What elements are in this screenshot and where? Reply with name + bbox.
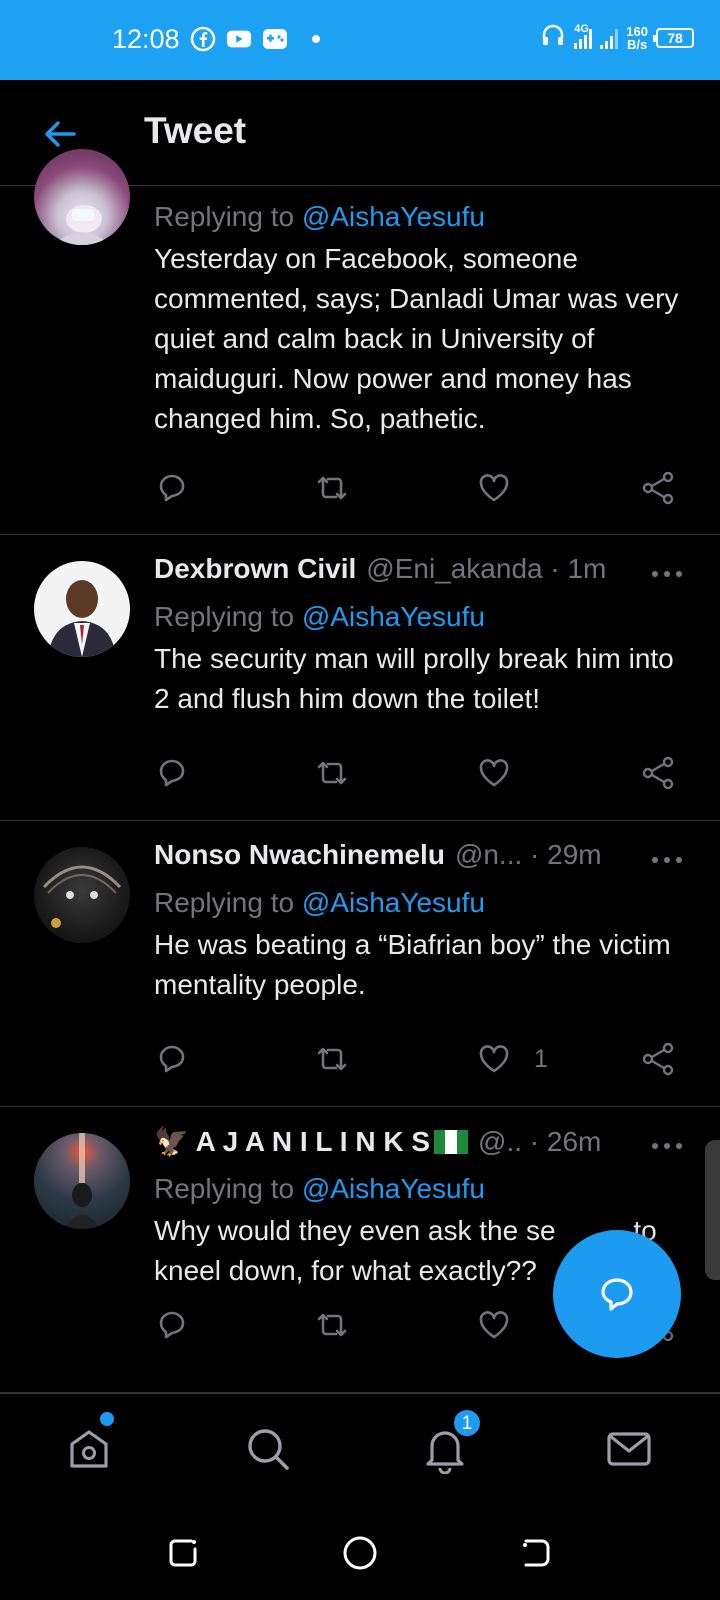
- mention-link[interactable]: @AishaYesufu: [302, 1173, 485, 1204]
- retweet-icon[interactable]: [314, 1307, 350, 1343]
- tweet-header: Nonso Nwachinemelu @n... · 29m: [154, 839, 602, 871]
- status-time: 12:08: [112, 24, 180, 54]
- author-handle: @n... · 29m: [454, 839, 602, 870]
- author-name[interactable]: Dexbrown Civil: [154, 553, 356, 585]
- more-notifications-dot: [312, 35, 320, 43]
- author-handle: @.. · 26m: [478, 1125, 602, 1157]
- battery-icon: 78: [653, 27, 694, 48]
- reply-icon[interactable]: [154, 470, 190, 506]
- tweet-header: Dexbrown Civil @Eni_akanda · 1m: [154, 553, 606, 585]
- share-icon[interactable]: [640, 470, 676, 506]
- tweet-header: 🦅 A J A N I L I N K S @.. · 26m: [154, 1125, 601, 1158]
- home-icon[interactable]: [64, 1424, 114, 1474]
- reply-tweet[interactable]: Nonso Nwachinemelu @n... · 29m Replying …: [0, 821, 720, 1107]
- retweet-icon[interactable]: [314, 755, 350, 791]
- network-speed: 160 B/s: [626, 23, 648, 52]
- home-circle-icon[interactable]: [340, 1533, 380, 1573]
- system-navigation-bar: [0, 1503, 720, 1600]
- signal-4g-icon: 4G: [574, 23, 593, 49]
- avatar[interactable]: [34, 1133, 130, 1229]
- author-name[interactable]: 🦅 A J A N I L I N K S: [154, 1125, 430, 1158]
- nigeria-flag-icon: [434, 1129, 468, 1154]
- replying-to: Replying to @AishaYesufu: [154, 1173, 485, 1204]
- headphones-icon: [540, 22, 566, 53]
- compose-reply-button[interactable]: [553, 1230, 681, 1358]
- tweet-actions: [154, 470, 684, 510]
- back-arrow-icon[interactable]: [40, 114, 80, 154]
- tweet-actions: 1: [154, 1041, 684, 1081]
- back-nav-icon[interactable]: [516, 1533, 556, 1573]
- status-system-icons: 4G 160 B/s 78: [540, 22, 694, 53]
- avatar[interactable]: [34, 149, 130, 245]
- tweet-text: He was beating a “Biafrian boy” the vict…: [154, 929, 671, 1000]
- share-icon[interactable]: [640, 755, 676, 791]
- reply-tweet[interactable]: Dexbrown Civil @Eni_akanda · 1m Replying…: [0, 535, 720, 821]
- more-options-icon[interactable]: [650, 569, 684, 579]
- reply-icon[interactable]: [154, 1307, 190, 1343]
- reply-icon[interactable]: [154, 755, 190, 791]
- tweet-text: The security man will prolly break him i…: [154, 643, 674, 714]
- reply-tweet[interactable]: Replying to @AishaYesufu Yesterday on Fa…: [0, 149, 720, 535]
- mention-link[interactable]: @AishaYesufu: [302, 201, 485, 232]
- page-title: Tweet: [144, 110, 247, 151]
- author-handle: @Eni_akanda · 1m: [366, 553, 607, 584]
- signal-icon: [600, 27, 619, 49]
- mention-link[interactable]: @AishaYesufu: [302, 887, 485, 918]
- like-count: 1: [534, 1044, 548, 1073]
- retweet-icon[interactable]: [314, 470, 350, 506]
- messages-mail-icon[interactable]: [604, 1424, 654, 1474]
- replying-to: Replying to @AishaYesufu: [154, 201, 485, 232]
- scrollbar-handle[interactable]: [705, 1140, 720, 1280]
- youtube-icon: [226, 26, 252, 52]
- replying-to: Replying to @AishaYesufu: [154, 601, 485, 632]
- more-options-icon[interactable]: [650, 855, 684, 865]
- tweet-text: Yesterday on Facebook, someone commented…: [154, 243, 679, 434]
- home-new-dot: [100, 1412, 114, 1426]
- more-options-icon[interactable]: [650, 1141, 684, 1151]
- author-name[interactable]: Nonso Nwachinemelu: [154, 839, 445, 871]
- recent-apps-icon[interactable]: [163, 1533, 203, 1573]
- share-icon[interactable]: [640, 1041, 676, 1077]
- tweet-actions: [154, 755, 684, 795]
- retweet-icon[interactable]: [314, 1041, 350, 1077]
- reply-icon[interactable]: [154, 1041, 190, 1077]
- like-icon[interactable]: [476, 1307, 512, 1343]
- like-icon: [479, 1045, 509, 1073]
- status-bar: 12:08 4G 160 B/s 78: [0, 0, 720, 80]
- search-icon[interactable]: [243, 1424, 293, 1474]
- game-controller-icon: [262, 26, 288, 52]
- bottom-navigation: 1: [0, 1393, 720, 1503]
- avatar[interactable]: [34, 847, 130, 943]
- facebook-icon: [190, 26, 216, 52]
- status-notification-icons: [190, 26, 320, 52]
- like-button[interactable]: 1: [476, 1041, 548, 1077]
- like-icon[interactable]: [476, 470, 512, 506]
- replying-to: Replying to @AishaYesufu: [154, 887, 485, 918]
- avatar[interactable]: [34, 561, 130, 657]
- notifications-badge: 1: [452, 1408, 482, 1438]
- mention-link[interactable]: @AishaYesufu: [302, 601, 485, 632]
- compose-reply-icon: [601, 1278, 633, 1311]
- like-icon[interactable]: [476, 755, 512, 791]
